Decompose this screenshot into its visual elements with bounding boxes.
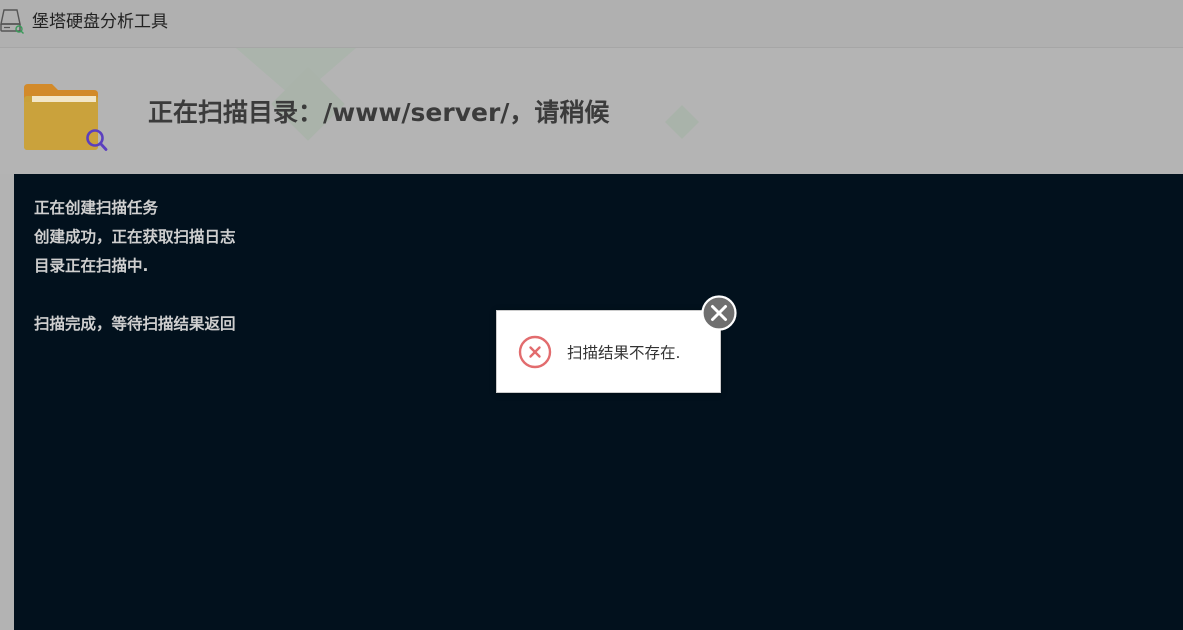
error-circle-icon xyxy=(518,335,552,369)
scan-header: 正在扫描目录：/www/server/，请稍候 xyxy=(0,48,1183,174)
title-bar: 堡塔硬盘分析工具 xyxy=(0,0,1183,48)
scan-log-console: 正在创建扫描任务 创建成功，正在获取扫描日志 目录正在扫描中. 扫描完成，等待扫… xyxy=(14,174,1183,630)
header-decoration xyxy=(665,105,699,139)
log-line: 扫描完成，等待扫描结果返回 xyxy=(34,315,236,333)
log-lines: 正在创建扫描任务 创建成功，正在获取扫描日志 目录正在扫描中. 扫描完成，等待扫… xyxy=(34,194,236,339)
close-circle-icon[interactable] xyxy=(701,295,737,331)
log-line xyxy=(34,281,236,310)
error-message-popup: 扫描结果不存在. xyxy=(496,310,721,393)
folder-search-icon xyxy=(24,84,108,151)
error-message-text: 扫描结果不存在. xyxy=(567,344,681,362)
hard-drive-search-icon xyxy=(0,9,24,34)
scan-status-title: 正在扫描目录：/www/server/，请稍候 xyxy=(148,98,610,127)
log-line: 目录正在扫描中. xyxy=(34,257,149,275)
app-title: 堡塔硬盘分析工具 xyxy=(32,12,168,32)
log-line: 正在创建扫描任务 xyxy=(34,199,159,217)
log-line: 创建成功，正在获取扫描日志 xyxy=(34,228,236,246)
